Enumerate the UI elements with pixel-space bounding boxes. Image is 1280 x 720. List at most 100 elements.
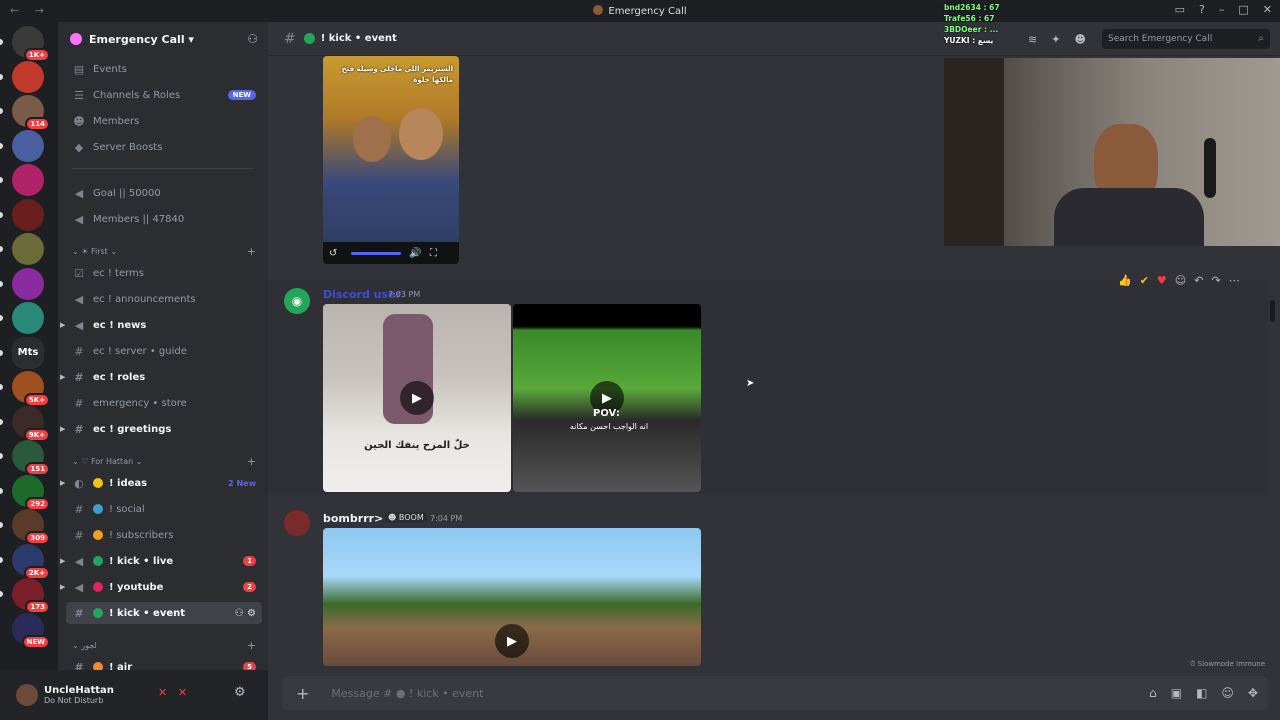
- server-icon[interactable]: Mts: [12, 336, 44, 369]
- speaker-icon: ◀: [74, 186, 84, 200]
- volume-icon[interactable]: 🔊: [409, 248, 421, 259]
- server-icon[interactable]: 9K+: [12, 405, 50, 442]
- add-reaction-icon[interactable]: ☺: [1175, 274, 1186, 287]
- channel-label: ! kick • live: [109, 555, 174, 567]
- channel-category[interactable]: ⌄ لجور +: [66, 637, 262, 653]
- nav-item[interactable]: ◆ Server Boosts: [66, 136, 262, 158]
- help-icon[interactable]: ?: [1199, 3, 1205, 16]
- add-channel-icon[interactable]: +: [247, 455, 256, 468]
- heart-icon[interactable]: ♥: [1157, 274, 1167, 287]
- thumbs-up-icon[interactable]: 👍: [1118, 274, 1132, 287]
- channel-item[interactable]: ☑ ec ! terms: [66, 262, 262, 284]
- play-button[interactable]: ▶: [495, 624, 529, 658]
- server-icon[interactable]: [12, 198, 44, 231]
- nav-item[interactable]: ▤ Events: [66, 58, 262, 80]
- pin-icon[interactable]: ✦: [1051, 33, 1060, 46]
- sticker-icon[interactable]: ◧: [1196, 686, 1207, 700]
- message-author[interactable]: bombrrr>: [323, 512, 383, 525]
- expand-icon[interactable]: ▶: [60, 479, 65, 487]
- channel-item[interactable]: ▶ ◀ ! youtube 2: [60, 576, 262, 598]
- expand-icon[interactable]: ▶: [60, 425, 65, 433]
- channel-item[interactable]: ▶ # ec ! roles: [60, 366, 262, 388]
- channel-category[interactable]: ⌄ ☀ First ⌄ +: [66, 243, 262, 259]
- server-icon[interactable]: 1K+: [12, 26, 50, 62]
- server-icon[interactable]: 292: [12, 474, 50, 511]
- replay-icon[interactable]: ↺: [329, 248, 337, 259]
- avatar[interactable]: [284, 510, 310, 536]
- expand-icon[interactable]: ▶: [60, 583, 65, 591]
- server-icon[interactable]: 5K+: [12, 371, 50, 407]
- forward-icon[interactable]: ↷: [1211, 274, 1220, 287]
- channel-item[interactable]: ▶ ◀ ! kick • live 1: [60, 550, 262, 572]
- nav-item[interactable]: ☰ Channels & Roles NEW: [66, 84, 262, 106]
- boost-icon: [70, 33, 82, 45]
- member-list-icon[interactable]: ☻: [1074, 33, 1085, 46]
- gift-icon[interactable]: ⌂: [1149, 686, 1157, 700]
- server-icon[interactable]: 2K+: [12, 543, 50, 580]
- apps-icon[interactable]: ✥: [1248, 686, 1258, 700]
- channel-item[interactable]: # ! social: [66, 498, 262, 520]
- channel-item[interactable]: ◀ Goal || 50000: [66, 182, 262, 204]
- avatar[interactable]: [16, 684, 38, 706]
- plus-icon[interactable]: +: [296, 684, 309, 703]
- channel-item[interactable]: ▶ ◀ ec ! news: [60, 314, 262, 336]
- close-button[interactable]: ✕: [1263, 3, 1272, 16]
- reply-icon[interactable]: ↶: [1194, 274, 1203, 287]
- server-icon[interactable]: [12, 60, 44, 93]
- channel-item[interactable]: ▶ ◐ ! ideas 2 New: [60, 472, 262, 494]
- expand-icon[interactable]: ▶: [60, 557, 65, 565]
- video-embed[interactable]: ▶ خلّ المزح ينفك الحين: [323, 304, 511, 492]
- inbox-icon[interactable]: ▭: [1175, 3, 1185, 16]
- channel-item[interactable]: ◀ Members || 47840: [66, 208, 262, 230]
- search-input[interactable]: Search Emergency Call ⌕: [1102, 29, 1270, 49]
- channel-item[interactable]: # ec ! server • guide: [66, 340, 262, 362]
- server-icon[interactable]: [12, 267, 44, 300]
- channel-settings-icon[interactable]: ⚇ ⚙: [235, 608, 256, 619]
- server-icon[interactable]: [12, 233, 44, 265]
- server-icon[interactable]: NEW: [12, 612, 50, 649]
- more-icon[interactable]: ⋯: [1229, 274, 1240, 287]
- expand-icon[interactable]: ▶: [60, 373, 65, 381]
- invite-icon[interactable]: ⚇: [247, 32, 258, 46]
- scrollbar[interactable]: [1270, 300, 1275, 322]
- fullscreen-icon[interactable]: ⛶: [430, 248, 437, 259]
- minimize-button[interactable]: –: [1219, 3, 1225, 16]
- maximize-button[interactable]: □: [1238, 3, 1248, 16]
- video-embed[interactable]: ▶ POV: انه الواجب احسن مكانه: [513, 304, 701, 492]
- nav-item[interactable]: ☻ Members: [66, 110, 262, 132]
- server-icon[interactable]: 151: [12, 440, 50, 476]
- channel-item[interactable]: # ! kick • event ⚇ ⚙: [66, 602, 262, 624]
- server-header[interactable]: Emergency Call ▾ ⚇: [58, 22, 268, 56]
- deafen-icon[interactable]: ✕: [178, 686, 190, 699]
- server-icon[interactable]: [12, 302, 44, 334]
- channel-item[interactable]: ▶ # ec ! greetings: [60, 418, 262, 440]
- add-channel-icon[interactable]: +: [247, 639, 256, 652]
- channel-item[interactable]: # emergency • store: [66, 392, 262, 414]
- server-icon[interactable]: 114: [12, 95, 50, 131]
- server-icon[interactable]: [12, 129, 44, 162]
- message-time: 7:04 PM: [430, 514, 463, 523]
- channel-label: Members || 47840: [93, 213, 185, 225]
- check-icon[interactable]: ✔: [1140, 274, 1149, 287]
- expand-icon[interactable]: ▶: [60, 321, 65, 329]
- emoji-icon[interactable]: ☺: [1221, 686, 1234, 700]
- channel-item[interactable]: ◀ ec ! announcements: [66, 288, 262, 310]
- channel-item[interactable]: # ! subscribers: [66, 524, 262, 546]
- play-button[interactable]: ▶: [400, 381, 434, 415]
- threads-icon[interactable]: ≋: [1028, 33, 1037, 46]
- gif-icon[interactable]: ▣: [1171, 686, 1182, 700]
- volume-slider[interactable]: [351, 251, 402, 255]
- video-embed[interactable]: ▶: [323, 528, 701, 666]
- server-icon[interactable]: 173: [12, 578, 50, 614]
- mention-badge: 1: [243, 556, 256, 566]
- channel-category[interactable]: ⌄ ♡ For Hattan ⌄ +: [66, 453, 262, 469]
- message-input[interactable]: + Message # ● ! kick • event ⌂ ▣ ◧ ☺ ✥: [282, 676, 1268, 710]
- add-channel-icon[interactable]: +: [247, 245, 256, 258]
- server-icon[interactable]: [12, 164, 44, 196]
- mute-icon[interactable]: ✕: [158, 686, 170, 699]
- video-embed[interactable]: الستريمر اللي ماخلى وسيلة فتح مالكها حلو…: [323, 56, 459, 264]
- avatar[interactable]: ◉: [284, 288, 310, 314]
- channel-item[interactable]: # ! ajr 5: [66, 656, 262, 670]
- server-icon[interactable]: 309: [12, 509, 50, 545]
- gear-icon[interactable]: ⚙: [234, 685, 246, 700]
